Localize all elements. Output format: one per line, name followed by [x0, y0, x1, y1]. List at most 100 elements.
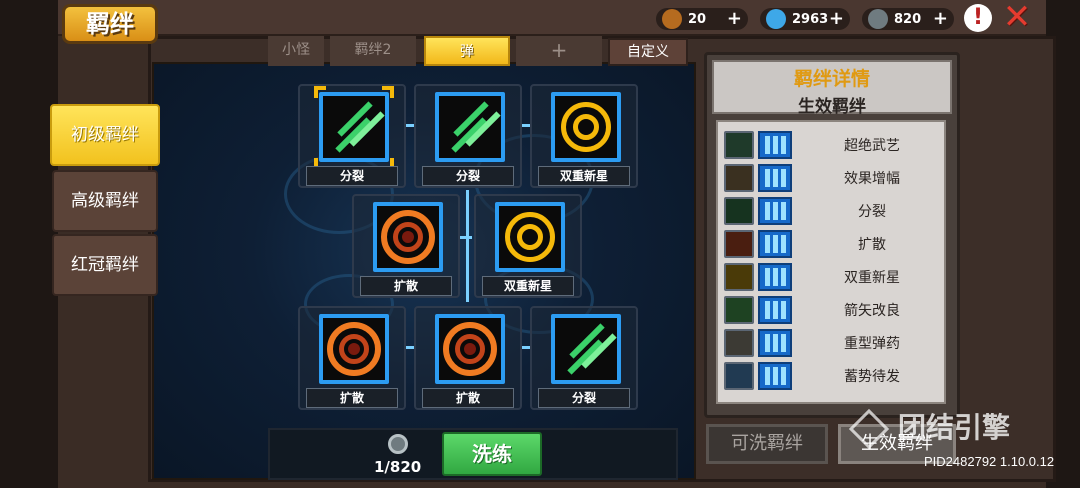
add-tab-button[interactable]: +	[516, 36, 602, 66]
node-label: 扩散	[360, 276, 452, 296]
bond-list-item[interactable]: 箭矢改良	[722, 295, 944, 325]
bond-node-spread[interactable]: 扩散	[414, 306, 522, 410]
selection-corner	[382, 86, 394, 98]
bond-level-icon	[758, 329, 792, 357]
gear-coin-icon	[868, 9, 888, 29]
bond-node-split[interactable]: 分裂	[414, 84, 522, 188]
detail-title: 羁绊详情	[793, 68, 870, 90]
add-gold-button[interactable]: +	[727, 8, 742, 30]
washable-bonds-button[interactable]: 可洗羁绊	[706, 424, 828, 464]
side-tab-basic-bonds[interactable]: 初级羁绊	[50, 104, 160, 166]
bond-list-item[interactable]: 效果增幅	[722, 163, 944, 193]
detail-subtitle: 生效羁绊	[798, 97, 866, 117]
bond-level-icon	[758, 362, 792, 390]
node-frame	[495, 202, 565, 272]
spread-ring-icon	[323, 318, 385, 380]
bond-node-double-nova[interactable]: 双重新星	[530, 84, 638, 188]
bond-node-split[interactable]: 分裂	[298, 84, 406, 188]
node-label: 扩散	[422, 388, 514, 408]
currency-gems: 2963 +	[760, 8, 850, 30]
watermark-text: 团结引擎	[898, 411, 1011, 444]
bond-name: 箭矢改良	[844, 303, 900, 319]
split-arrows-icon	[555, 318, 617, 380]
double-nova-icon	[555, 96, 617, 158]
node-frame	[551, 314, 621, 384]
node-label: 双重新星	[482, 276, 574, 296]
amplify-icon	[724, 164, 754, 192]
bond-node-spread[interactable]: 扩散	[352, 194, 460, 298]
bond-level-icon	[758, 197, 792, 225]
charge-ready-icon	[724, 362, 754, 390]
double-nova-icon	[499, 206, 561, 268]
bond-name: 重型弹药	[844, 336, 900, 352]
tab-bond2[interactable]: 羁绊2	[330, 36, 416, 66]
bond-name: 双重新星	[844, 270, 900, 286]
heavy-ammo-icon	[724, 329, 754, 357]
node-label: 扩散	[306, 388, 398, 408]
bond-level-icon	[758, 296, 792, 324]
bond-list-item[interactable]: 重型弹药	[722, 328, 944, 358]
spread-ring-icon	[724, 230, 754, 258]
bond-name: 效果增幅	[844, 171, 900, 187]
bond-level-icon	[758, 131, 792, 159]
engine-watermark: 团结引擎	[848, 406, 1050, 450]
node-label: 分裂	[422, 166, 514, 186]
currency-value: 820	[894, 11, 922, 27]
bond-list-item[interactable]: 分裂	[722, 196, 944, 226]
warning-icon[interactable]: !	[964, 4, 992, 32]
node-label: 分裂	[306, 166, 398, 186]
bond-level-icon	[758, 263, 792, 291]
node-frame	[435, 92, 505, 162]
custom-button[interactable]: 自定义	[608, 38, 688, 66]
page-title: 羁绊	[62, 4, 158, 44]
bond-node-split[interactable]: 分裂	[530, 306, 638, 410]
fist-coin-icon	[662, 9, 682, 29]
bond-list-item[interactable]: 扩散	[722, 229, 944, 259]
bond-name: 蓄势待发	[844, 369, 900, 385]
bond-list-item[interactable]: 双重新星	[722, 262, 944, 292]
side-tab-redcrown-bonds[interactable]: 红冠羁绊	[52, 234, 158, 296]
bond-name: 分裂	[858, 204, 886, 220]
coin-count: 1/820	[374, 458, 422, 476]
currency-value: 2963	[792, 11, 829, 27]
left-frame	[0, 0, 58, 488]
close-icon[interactable]: ✕	[1002, 0, 1032, 34]
currency-parts: 820 +	[862, 8, 954, 30]
bond-list-item[interactable]: 超绝武艺	[722, 130, 944, 160]
martial-arts-icon	[724, 131, 754, 159]
split-arrows-icon	[724, 197, 754, 225]
bond-node-spread[interactable]: 扩散	[298, 306, 406, 410]
node-label: 双重新星	[538, 166, 630, 186]
blue-gem-icon	[766, 9, 786, 29]
node-frame	[373, 202, 443, 272]
currency-gold: 20 +	[656, 8, 748, 30]
bond-level-icon	[758, 164, 792, 192]
refine-button[interactable]: 洗练	[442, 432, 542, 476]
node-frame	[319, 314, 389, 384]
node-frame	[435, 314, 505, 384]
bond-level-icon	[758, 230, 792, 258]
spread-ring-icon	[377, 206, 439, 268]
spread-ring-icon	[439, 318, 501, 380]
add-gems-button[interactable]: +	[829, 8, 844, 30]
node-label: 分裂	[538, 388, 630, 408]
cube-logo-icon	[848, 408, 890, 450]
node-frame	[551, 92, 621, 162]
selection-corner	[314, 86, 326, 98]
double-nova-icon	[724, 263, 754, 291]
version-label: PID2482792 1.10.0.12	[924, 454, 1055, 469]
tab-bullet[interactable]: 弹	[424, 36, 510, 66]
bond-node-double-nova[interactable]: 双重新星	[474, 194, 582, 298]
currency-value: 20	[688, 11, 707, 27]
bond-list-item[interactable]: 蓄势待发	[722, 361, 944, 391]
node-frame	[319, 92, 389, 162]
gear-coin-icon	[388, 434, 408, 454]
side-tab-advanced-bonds[interactable]: 高级羁绊	[52, 170, 158, 232]
tab-minion[interactable]: 小怪	[268, 36, 324, 66]
arrow-upgrade-icon	[724, 296, 754, 324]
bond-name: 超绝武艺	[844, 138, 900, 154]
split-arrows-icon	[323, 96, 385, 158]
bond-link	[466, 190, 469, 302]
bond-name: 扩散	[858, 237, 886, 253]
add-parts-button[interactable]: +	[933, 8, 948, 30]
